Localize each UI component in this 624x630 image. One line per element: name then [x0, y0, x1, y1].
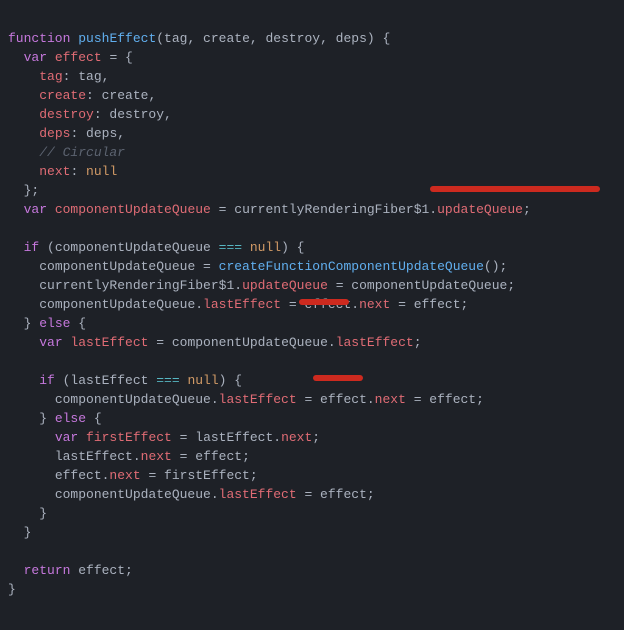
annotation-underline	[430, 186, 600, 192]
code-line	[8, 221, 16, 236]
code-line: effect.next = firstEffect;	[8, 468, 258, 483]
code-line: componentUpdateQueue.lastEffect = effect…	[8, 487, 375, 502]
code-line: componentUpdateQueue = createFunctionCom…	[8, 259, 507, 274]
code-line: if (lastEffect === null) {	[8, 373, 242, 388]
code-line: componentUpdateQueue.lastEffect = effect…	[8, 297, 468, 312]
code-line: function pushEffect(tag, create, destroy…	[8, 31, 390, 46]
code-line	[8, 354, 16, 369]
code-line: var effect = {	[8, 50, 133, 65]
code-line: currentlyRenderingFiber$1.updateQueue = …	[8, 278, 515, 293]
code-line: if (componentUpdateQueue === null) {	[8, 240, 304, 255]
code-line: var componentUpdateQueue = currentlyRend…	[8, 202, 531, 217]
code-line: } else {	[8, 411, 102, 426]
code-line: create: create,	[8, 88, 156, 103]
code-line: var lastEffect = componentUpdateQueue.la…	[8, 335, 422, 350]
code-line: deps: deps,	[8, 126, 125, 141]
code-line: return effect;	[8, 563, 133, 578]
code-line: destroy: destroy,	[8, 107, 172, 122]
code-line: next: null	[8, 164, 117, 179]
code-line: tag: tag,	[8, 69, 109, 84]
code-line	[8, 544, 16, 559]
code-line: componentUpdateQueue.lastEffect = effect…	[8, 392, 484, 407]
code-line: } else {	[8, 316, 86, 331]
code-line: }	[8, 582, 16, 597]
annotation-underline	[299, 299, 349, 305]
code-line: // Circular	[8, 145, 125, 160]
annotation-underline	[313, 375, 363, 381]
code-editor: function pushEffect(tag, create, destroy…	[0, 0, 624, 630]
code-line: };	[8, 183, 39, 198]
code-line: }	[8, 506, 47, 521]
code-line: }	[8, 525, 31, 540]
code-line: lastEffect.next = effect;	[8, 449, 250, 464]
code-line: var firstEffect = lastEffect.next;	[8, 430, 320, 445]
